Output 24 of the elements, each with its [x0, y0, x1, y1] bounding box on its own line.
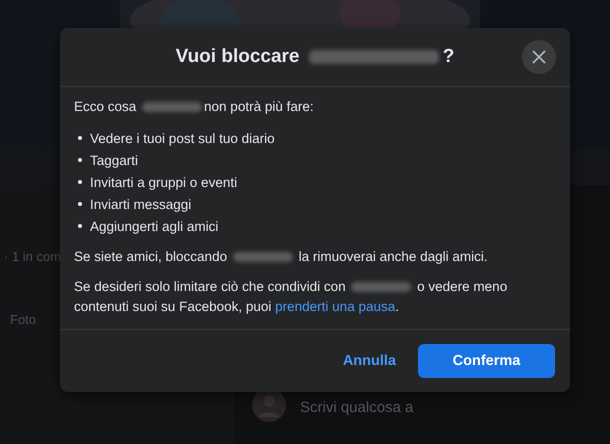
list-item: Taggarti: [90, 152, 138, 168]
post-input-field[interactable]: Scrivi qualcosa a: [300, 399, 414, 422]
dialog-title: Vuoi bloccare ?: [176, 46, 454, 68]
intro-text: Ecco cosa non potrà più fare:: [74, 98, 315, 116]
close-icon: [532, 50, 546, 64]
bullet-icon: [78, 202, 82, 206]
bullet-icon: [78, 158, 82, 162]
bullet-icon: [78, 180, 82, 184]
blurred-name: [351, 282, 412, 292]
info-text: Se desideri solo limitare ciò che condividi con o vedere meno contenuti suoi su Facebook, puoi prenderti una pausa.: [74, 278, 508, 316]
blurred-name: [142, 102, 202, 112]
friends-count: · 1 in com: [4, 249, 62, 264]
list-item: Invitarti a gruppi o eventi: [90, 174, 238, 190]
list-item: Aggiungerti agli amici: [90, 218, 218, 234]
info-text: Se siete amici, bloccando la rimuoverai anche dagli amici.: [74, 248, 489, 266]
bullet-icon: [78, 224, 82, 228]
list-item: Inviarti messaggi: [90, 196, 192, 212]
blurred-name: [232, 252, 293, 262]
close-button[interactable]: [522, 40, 556, 74]
cancel-button[interactable]: Annulla: [342, 345, 396, 377]
confirm-button[interactable]: Conferma: [418, 344, 555, 378]
bullet-icon: [78, 136, 82, 140]
list-item: Vedere i tuoi post sul tuo diario: [90, 130, 275, 146]
pause-link[interactable]: prenderti una pausa: [275, 299, 396, 314]
